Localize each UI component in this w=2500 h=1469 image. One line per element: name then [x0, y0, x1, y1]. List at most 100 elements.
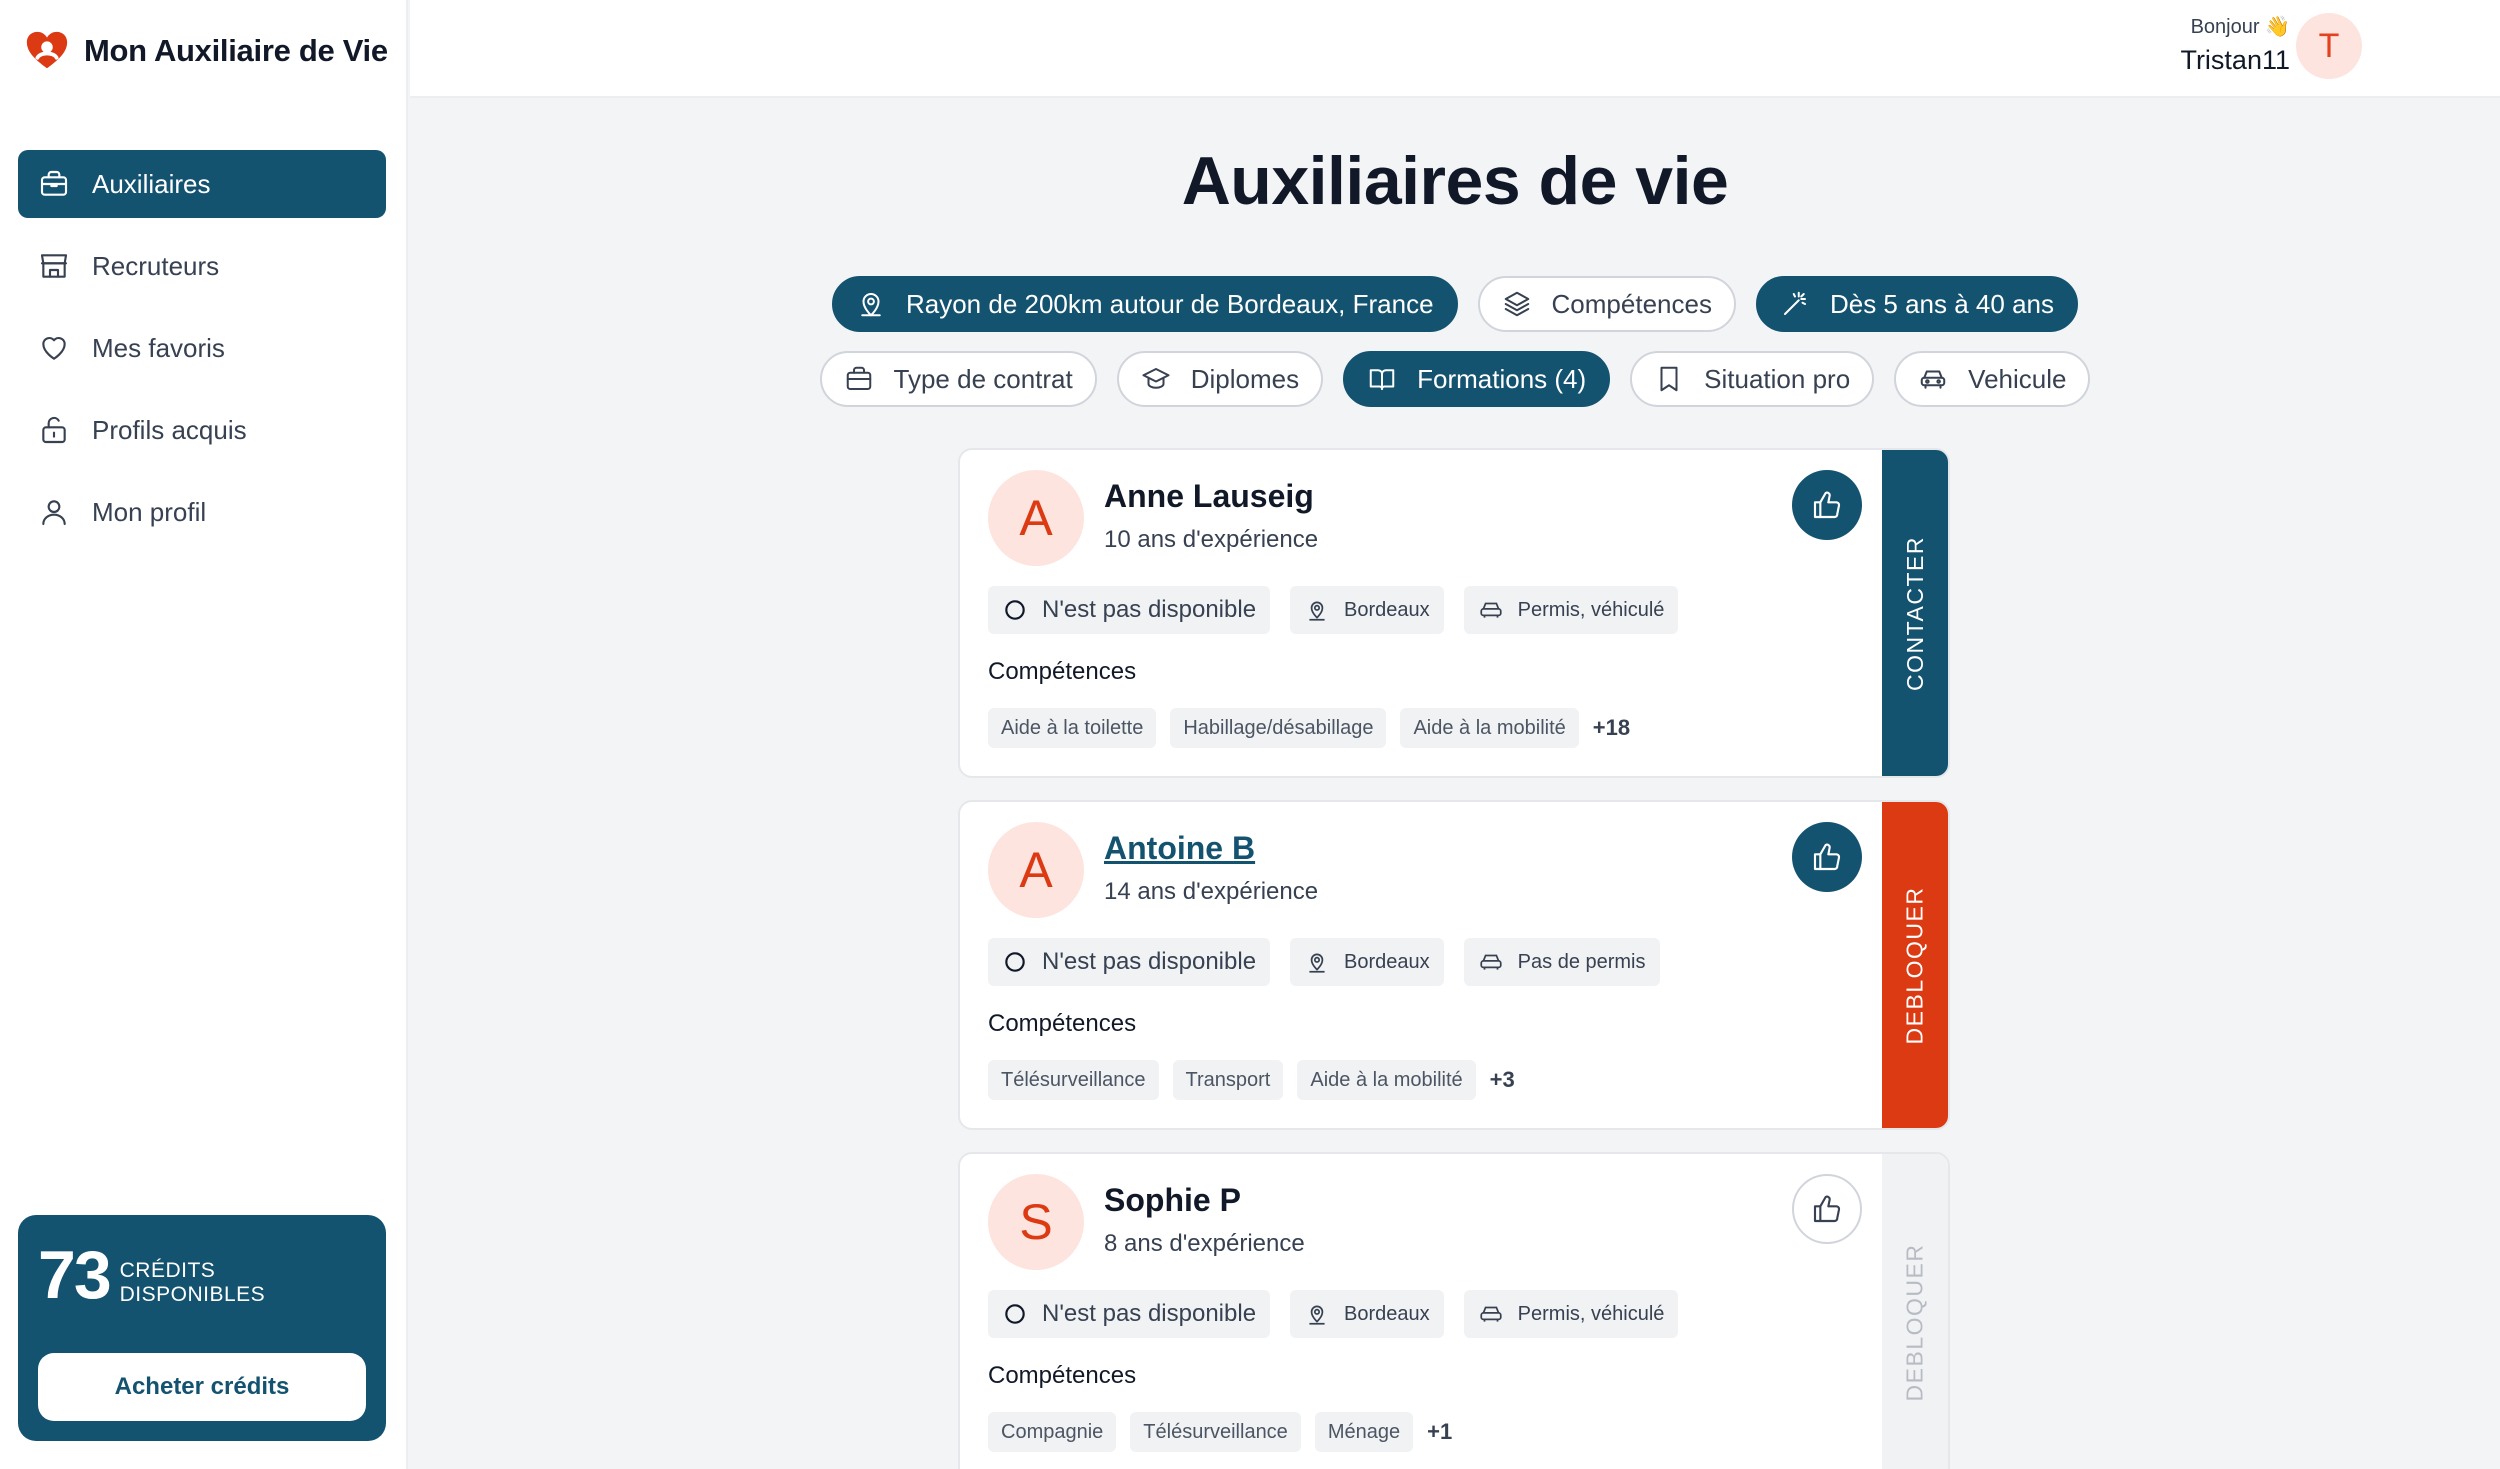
filter-vehicle[interactable]: Vehicule	[1894, 351, 2091, 407]
candidate-avatar: A	[988, 470, 1084, 566]
skills-title: Compétences	[988, 1010, 1137, 1037]
license-tag: Permis, véhiculé	[1463, 1290, 1679, 1338]
availability-tag: N'est pas disponible	[988, 586, 1271, 634]
side-action-label: DEBLOQUER	[1901, 1243, 1928, 1401]
side-action-label: DEBLOQUER	[1901, 886, 1928, 1044]
candidate-tags: N'est pas disponible Bordeaux Pas de per…	[988, 938, 1660, 986]
candidate-avatar: A	[988, 822, 1084, 918]
user-greeting: Bonjour 👋 Tristan11	[2180, 14, 2290, 76]
page-title: Auxiliaires de vie	[1181, 143, 1729, 219]
lock-open-icon	[42, 416, 66, 444]
license-text: Permis, véhiculé	[1517, 598, 1665, 621]
unlock-button[interactable]: DEBLOQUER	[1882, 802, 1948, 1128]
auxiliary-card[interactable]: S Sophie P 8 ans d'expérience N'est pas …	[958, 1152, 1950, 1469]
candidate-experience: 14 ans d'expérience	[1104, 878, 1319, 905]
sidebar-item-label: Profils acquis	[92, 414, 247, 445]
side-action-label: CONTACTER	[1901, 535, 1928, 691]
filter-contract[interactable]: Type de contrat	[819, 351, 1097, 407]
like-button[interactable]	[1792, 470, 1862, 540]
skills-title: Compétences	[988, 1362, 1137, 1389]
bookmark-icon	[1660, 366, 1678, 392]
city-tag: Bordeaux	[1290, 1290, 1444, 1338]
license-tag: Permis, véhiculé	[1463, 586, 1679, 634]
availability-text: N'est pas disponible	[1042, 596, 1257, 623]
skill-tag: Aide à la mobilité	[1297, 1060, 1476, 1100]
heart-icon	[42, 336, 66, 360]
candidate-tags: N'est pas disponible Bordeaux Permis, vé…	[988, 586, 1679, 634]
skill-tag: Aide à la mobilité	[1400, 708, 1579, 748]
skill-tag: Aide à la toilette	[988, 708, 1157, 748]
filter-location[interactable]: Rayon de 200km autour de Bordeaux, Franc…	[831, 276, 1458, 332]
car-icon	[1920, 370, 1946, 389]
magic-wand-icon	[1783, 291, 1806, 315]
buy-credits-button[interactable]: Acheter crédits	[38, 1353, 366, 1421]
book-open-icon	[1369, 369, 1395, 390]
circle-icon	[1005, 1304, 1025, 1324]
unlock-button-disabled[interactable]: DEBLOQUER	[1882, 1154, 1948, 1469]
thumbs-up-icon	[1813, 1195, 1841, 1223]
candidate-experience: 8 ans d'expérience	[1104, 1230, 1305, 1257]
car-icon	[1480, 602, 1502, 618]
city-text: Bordeaux	[1344, 1302, 1430, 1325]
sidebar-item-auxiliaires[interactable]: Auxiliaires	[18, 150, 386, 218]
location-pin-icon	[1309, 601, 1325, 621]
like-button[interactable]	[1792, 1174, 1862, 1244]
sidebar-item-mon-profil[interactable]: Mon profil	[18, 478, 386, 546]
candidate-name-link[interactable]: Antoine B	[1104, 830, 1255, 867]
skills-title: Compétences	[988, 658, 1137, 685]
car-icon	[1480, 1306, 1502, 1322]
filter-label: Type de contrat	[893, 363, 1073, 394]
city-text: Bordeaux	[1344, 598, 1430, 621]
store-icon	[40, 254, 68, 278]
candidate-avatar: S	[988, 1174, 1084, 1270]
layers-icon	[1504, 291, 1529, 317]
sidebar-item-favoris[interactable]: Mes favoris	[18, 314, 386, 382]
auxiliary-card[interactable]: A Anne Lauseig 10 ans d'expérience N'est…	[958, 448, 1950, 778]
user-avatar[interactable]: T	[2296, 13, 2362, 79]
filter-skills[interactable]: Compétences	[1477, 276, 1736, 332]
city-tag: Bordeaux	[1290, 938, 1444, 986]
user-icon	[42, 500, 66, 526]
graduation-cap-icon	[1142, 368, 1170, 389]
sidebar: Mon Auxiliaire de Vie Auxiliaires Recrut…	[0, 0, 408, 1469]
filters-row-1: Rayon de 200km autour de Bordeaux, Franc…	[410, 276, 2500, 332]
credits-panel: 73 CRÉDITS DISPONIBLES Acheter crédits	[18, 1215, 386, 1441]
sidebar-nav: Auxiliaires Recruteurs Mes favoris Profi…	[18, 150, 386, 560]
brand[interactable]: Mon Auxiliaire de Vie	[24, 28, 388, 74]
contact-button[interactable]: CONTACTER	[1882, 450, 1948, 776]
car-icon	[1480, 954, 1502, 970]
filter-label: Vehicule	[1968, 363, 2067, 394]
heart-logo-icon	[26, 31, 68, 69]
filter-trainings[interactable]: Formations (4)	[1343, 351, 1611, 407]
username: Tristan11	[2180, 45, 2290, 75]
availability-text: N'est pas disponible	[1042, 1300, 1257, 1327]
candidate-tags: N'est pas disponible Bordeaux Permis, vé…	[988, 1290, 1679, 1338]
skills-list: Télésurveillance Transport Aide à la mob…	[988, 1060, 1515, 1100]
city-text: Bordeaux	[1344, 950, 1430, 973]
filter-label: Situation pro	[1704, 363, 1851, 394]
credits-count: 73	[38, 1237, 112, 1313]
sidebar-item-recruteurs[interactable]: Recruteurs	[18, 232, 386, 300]
availability-tag: N'est pas disponible	[988, 1290, 1271, 1338]
circle-icon	[1005, 600, 1025, 620]
filter-label: Formations (4)	[1417, 363, 1587, 394]
auxiliary-card[interactable]: A Antoine B 14 ans d'expérience N'est pa…	[958, 800, 1950, 1130]
filter-experience[interactable]: Dès 5 ans à 40 ans	[1755, 276, 2078, 332]
filter-diplomas[interactable]: Diplomes	[1116, 351, 1324, 407]
sidebar-item-label: Recruteurs	[92, 250, 220, 281]
skills-list: Aide à la toilette Habillage/désabillage…	[988, 708, 1630, 748]
circle-icon	[1005, 952, 1025, 972]
skill-tag: Télésurveillance	[988, 1060, 1159, 1100]
sidebar-item-profils-acquis[interactable]: Profils acquis	[18, 396, 386, 464]
filter-situation[interactable]: Situation pro	[1630, 351, 1875, 407]
like-button[interactable]	[1792, 822, 1862, 892]
skill-tag: Compagnie	[988, 1412, 1117, 1452]
city-tag: Bordeaux	[1290, 586, 1444, 634]
skill-tag: Ménage	[1314, 1412, 1414, 1452]
briefcase-icon	[846, 366, 871, 390]
sidebar-item-label: Mes favoris	[92, 332, 225, 363]
skill-tag: Habillage/désabillage	[1170, 708, 1387, 748]
filter-label: Diplomes	[1190, 363, 1300, 394]
more-skills-count: +3	[1489, 1067, 1515, 1092]
filter-label: Compétences	[1551, 288, 1712, 319]
